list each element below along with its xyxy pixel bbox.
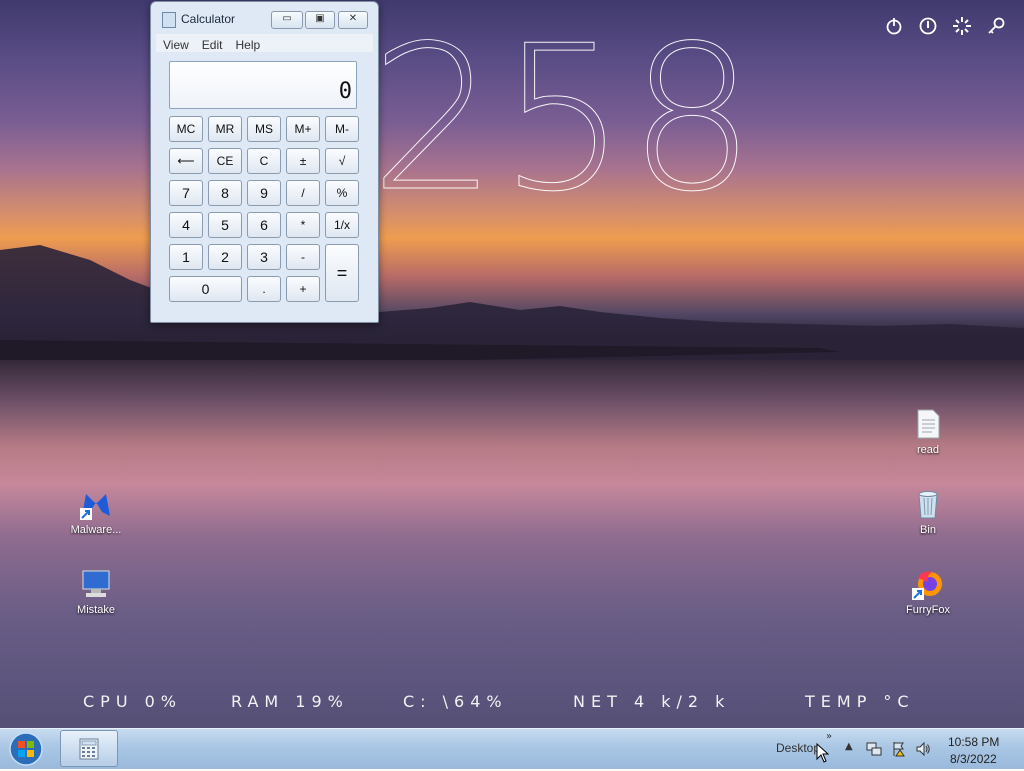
key-mr[interactable]: MR <box>208 116 242 142</box>
menu-bar: View Edit Help <box>156 34 373 52</box>
key-icon[interactable] <box>986 16 1006 36</box>
key-8[interactable]: 8 <box>208 180 242 206</box>
key-7[interactable]: 7 <box>169 180 203 206</box>
key-5[interactable]: 5 <box>208 212 242 238</box>
key-2[interactable]: 2 <box>208 244 242 270</box>
key-m-plus[interactable]: M+ <box>286 116 320 142</box>
start-button[interactable] <box>6 731 46 767</box>
key-ms[interactable]: MS <box>247 116 281 142</box>
key-add[interactable]: + <box>286 276 320 302</box>
key-c[interactable]: C <box>247 148 281 174</box>
menu-edit[interactable]: Edit <box>202 38 223 52</box>
top-right-icons <box>884 16 1006 36</box>
system-stats-bar: CPU 0% RAM 19% C: \64% NET 4 k/2 k TEMP … <box>0 690 1024 714</box>
close-button[interactable]: ✕ <box>338 11 368 29</box>
taskbar-calculator-button[interactable] <box>60 730 118 767</box>
taskbar-clock-time[interactable]: 10:58 PM <box>948 735 999 749</box>
calculator-display: 0 <box>169 61 357 109</box>
calculator-window[interactable]: Calculator ▭ ▣ ✕ View Edit Help 0 MC MR MS… <box>150 1 379 323</box>
taskbar-clock-date[interactable]: 8/3/2022 <box>950 752 997 766</box>
taskbar: Desktop » ▲ 10:58 PM 8/3/2022 <box>0 728 1024 769</box>
key-subtract[interactable]: - <box>286 244 320 270</box>
calculator-titlebar[interactable]: Calculator ▭ ▣ ✕ <box>151 2 378 34</box>
key-3[interactable]: 3 <box>247 244 281 270</box>
desktop-icon-label: Malware... <box>70 524 122 536</box>
desktop-icon-furryfox[interactable]: FurryFox <box>893 568 963 616</box>
key-9[interactable]: 9 <box>247 180 281 206</box>
key-backspace[interactable]: ⟵ <box>169 148 203 174</box>
key-0[interactable]: 0 <box>169 276 242 302</box>
toolbar-chevron-icon[interactable]: » <box>826 731 832 742</box>
desktop-icon-mistake[interactable]: Mistake <box>61 568 131 616</box>
info-icon[interactable] <box>918 16 938 36</box>
key-plus-minus[interactable]: ± <box>286 148 320 174</box>
computer-icon <box>80 568 112 600</box>
desktop-icon-label: FurryFox <box>906 604 950 616</box>
desktop-icon-label: Mistake <box>77 604 115 616</box>
key-1[interactable]: 1 <box>169 244 203 270</box>
key-divide[interactable]: / <box>286 180 320 206</box>
action-center-flag-icon[interactable] <box>891 741 907 757</box>
key-4[interactable]: 4 <box>169 212 203 238</box>
key-decimal[interactable]: . <box>247 276 281 302</box>
maximize-button[interactable]: ▣ <box>305 11 335 29</box>
desktop-icon-label: read <box>916 444 940 456</box>
volume-icon[interactable] <box>915 741 931 757</box>
desktop-icon-malware[interactable]: Malware... <box>61 488 131 536</box>
malwarebytes-icon <box>80 488 112 520</box>
desktop-icon-bin[interactable]: Bin <box>893 488 963 536</box>
ram-stat: RAM 19% <box>231 692 349 711</box>
network-icon[interactable] <box>866 741 882 757</box>
net-stat: NET 4 k/2 k <box>573 692 731 711</box>
key-m-minus[interactable]: M- <box>325 116 359 142</box>
mouse-cursor-icon <box>816 743 830 763</box>
desktop-icon-label: Bin <box>920 524 936 536</box>
cpu-stat: CPU 0% <box>83 692 182 711</box>
temp-stat: TEMP °C <box>805 692 915 711</box>
key-sqrt[interactable]: √ <box>325 148 359 174</box>
power-icon[interactable] <box>884 16 904 36</box>
key-mc[interactable]: MC <box>169 116 203 142</box>
show-hidden-icons-icon[interactable]: ▲ <box>845 741 861 757</box>
desktop-icon-read[interactable]: read <box>893 408 963 456</box>
key-multiply[interactable]: * <box>286 212 320 238</box>
loading-icon[interactable] <box>952 16 972 36</box>
recycle-bin-icon <box>912 488 944 520</box>
key-percent[interactable]: % <box>325 180 359 206</box>
key-ce[interactable]: CE <box>208 148 242 174</box>
minimize-button[interactable]: ▭ <box>271 11 303 29</box>
disk-stat: C: \64% <box>403 692 508 711</box>
text-file-icon <box>912 408 944 440</box>
calculator-app-icon <box>162 12 176 28</box>
menu-help[interactable]: Help <box>235 38 260 52</box>
key-reciprocal[interactable]: 1/x <box>325 212 359 238</box>
calculator-icon <box>79 738 99 760</box>
desktop-toolbar-label[interactable]: Desktop <box>776 741 820 755</box>
desktop-clock: 258 <box>370 3 758 236</box>
key-equals[interactable]: = <box>325 244 359 302</box>
menu-view[interactable]: View <box>163 38 189 52</box>
key-6[interactable]: 6 <box>247 212 281 238</box>
window-title: Calculator <box>181 12 236 26</box>
firefox-icon <box>912 568 944 600</box>
